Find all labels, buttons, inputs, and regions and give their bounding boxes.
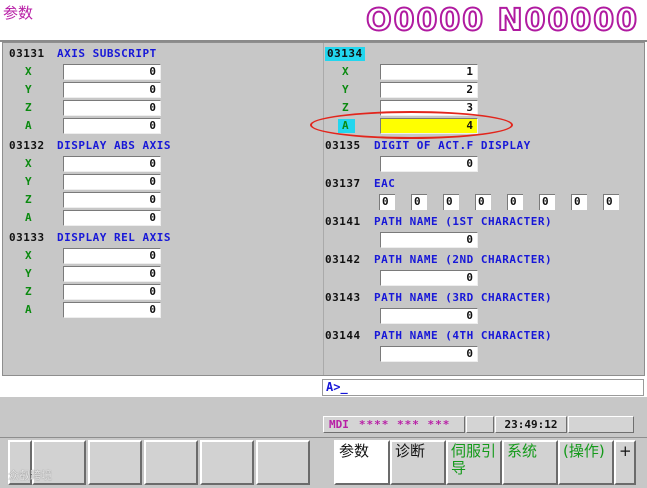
param-name-03142: PATH NAME (2ND CHARACTER) (374, 253, 553, 266)
param-value-field[interactable]: 0 (380, 232, 478, 248)
param-name-03131: AXIS SUBSCRIPT (57, 47, 157, 60)
param-value-field[interactable]: 0 (63, 174, 161, 190)
axis-label: Z (25, 193, 33, 206)
param-number-03137: 03137 (325, 177, 361, 190)
softkey-operation[interactable]: (操作) (558, 440, 614, 485)
eac-bit[interactable]: 0 (539, 194, 555, 210)
mode-status: MDI **** *** *** (323, 416, 465, 433)
program-number: O0000 N00000 (365, 2, 639, 39)
softkey-servo-guide[interactable]: 伺服引导 (446, 440, 502, 485)
watermark: 众叡跨境 (8, 469, 52, 482)
eac-bit[interactable]: 0 (571, 194, 587, 210)
param-number-03132: 03132 (9, 139, 45, 152)
eac-bit[interactable]: 0 (379, 194, 395, 210)
axis-label: Z (25, 285, 33, 298)
param-value-field[interactable]: 0 (63, 302, 161, 318)
eac-bit[interactable]: 0 (411, 194, 427, 210)
softkey-blank[interactable] (144, 440, 198, 485)
parameter-panel: 03131 AXIS SUBSCRIPT X 0 Y 0 Z 0 A 0 031… (2, 42, 645, 376)
param-number-03141: 03141 (325, 215, 361, 228)
softkey-parameter[interactable]: 参数 (334, 440, 390, 485)
axis-label: A (25, 119, 33, 132)
param-value-field[interactable]: 0 (63, 156, 161, 172)
softkey-bar: 参数 诊断 伺服引导 系统 (操作) + (0, 437, 647, 488)
param-name-03144: PATH NAME (4TH CHARACTER) (374, 329, 553, 342)
axis-label: Y (342, 83, 350, 96)
param-value-field[interactable]: 0 (63, 64, 161, 80)
param-number-03135: 03135 (325, 139, 361, 152)
param-number-03133: 03133 (9, 231, 45, 244)
axis-label: Z (342, 101, 350, 114)
param-name-03143: PATH NAME (3RD CHARACTER) (374, 291, 553, 304)
key-input-line[interactable]: A>_ (322, 379, 644, 396)
param-value-field[interactable]: 0 (63, 100, 161, 116)
mode-indicator: MDI (329, 418, 349, 431)
param-value-field[interactable]: 0 (380, 156, 478, 172)
eac-bit[interactable]: 0 (475, 194, 491, 210)
axis-label: X (25, 157, 33, 170)
param-number-03134[interactable]: 03134 (325, 47, 365, 61)
softkey-blank[interactable] (256, 440, 310, 485)
title-bar: 参数 O0000 N00000 (0, 0, 647, 42)
param-value-field[interactable]: 0 (63, 284, 161, 300)
screen-title: 参数 (3, 4, 34, 22)
param-name-03135: DIGIT OF ACT.F DISPLAY (374, 139, 531, 152)
param-value-field[interactable]: 0 (63, 192, 161, 208)
param-value-field[interactable]: 0 (380, 270, 478, 286)
param-number-03143: 03143 (325, 291, 361, 304)
softkey-next[interactable]: + (614, 440, 636, 485)
param-value-field[interactable]: 0 (63, 210, 161, 226)
eac-bit[interactable]: 0 (603, 194, 619, 210)
annotation-ring (310, 111, 513, 139)
status-strip: MDI **** *** *** 23:49:12 (0, 397, 647, 437)
status-spacer (466, 416, 494, 433)
param-value-field[interactable]: 2 (380, 82, 478, 98)
softkey-diagnosis[interactable]: 诊断 (390, 440, 446, 485)
softkey-blank[interactable] (200, 440, 254, 485)
axis-label: Y (25, 83, 33, 96)
axis-label: Y (25, 267, 33, 280)
param-number-03144: 03144 (325, 329, 361, 342)
param-name-03132: DISPLAY ABS AXIS (57, 139, 171, 152)
clock: 23:49:12 (495, 416, 567, 433)
param-number-03131: 03131 (9, 47, 45, 60)
param-value-field[interactable]: 0 (63, 118, 161, 134)
axis-label: X (342, 65, 350, 78)
axis-label: Z (25, 101, 33, 114)
axis-label: Y (25, 175, 33, 188)
axis-label: A (25, 303, 33, 316)
param-number-03142: 03142 (325, 253, 361, 266)
param-value-field[interactable]: 0 (63, 248, 161, 264)
param-value-field[interactable]: 1 (380, 64, 478, 80)
param-name-03133: DISPLAY REL AXIS (57, 231, 171, 244)
axis-label: A (25, 211, 33, 224)
axis-label: X (25, 249, 33, 262)
eac-bit[interactable]: 0 (443, 194, 459, 210)
column-divider (323, 43, 324, 375)
status-spacer (568, 416, 634, 433)
softkey-system[interactable]: 系统 (502, 440, 558, 485)
axis-label: X (25, 65, 33, 78)
softkey-blank[interactable] (88, 440, 142, 485)
param-value-field[interactable]: 0 (380, 308, 478, 324)
param-value-field[interactable]: 0 (63, 82, 161, 98)
param-name-03137: EAC (374, 177, 396, 190)
param-value-field[interactable]: 0 (63, 266, 161, 282)
param-name-03141: PATH NAME (1ST CHARACTER) (374, 215, 553, 228)
param-value-field[interactable]: 0 (380, 346, 478, 362)
alarm-indicator: **** *** *** (358, 418, 451, 431)
eac-bit[interactable]: 0 (507, 194, 523, 210)
